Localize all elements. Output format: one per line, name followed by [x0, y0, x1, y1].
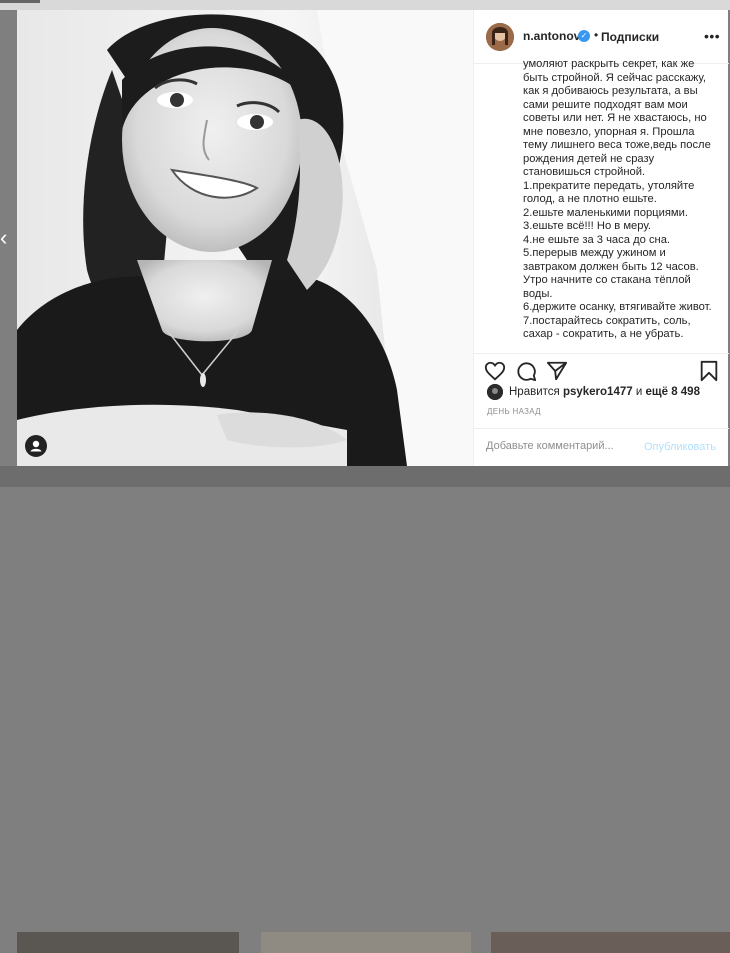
- caption-line: как я добиваюсь результата, а вы: [523, 85, 698, 97]
- caption-line: 4.не ешьте за 3 часа до сна.: [523, 233, 671, 246]
- post-photo[interactable]: [17, 10, 473, 466]
- caption-line: рождения детей не сразу: [523, 152, 655, 165]
- thumbnail[interactable]: [491, 932, 730, 953]
- comment-bar: Опубликовать: [474, 428, 729, 466]
- caption-line: 2.ешьте маленькими порциями.: [523, 206, 688, 219]
- background-page-top: [0, 0, 730, 10]
- separator-dot: •: [594, 28, 599, 42]
- caption-line: быть стройной. Я сейчас расскажу,: [523, 71, 706, 84]
- caption-line: сахар - сократить, а не убрать.: [523, 328, 684, 340]
- caption-line: 1.прекратите передать, утоляйте: [523, 179, 695, 192]
- caption-line: тему лишнего веса тоже,ведь после: [523, 139, 711, 151]
- caption-line: 3.ешьте всё!!! Но в меру.: [523, 220, 651, 232]
- liker-avatar[interactable]: [487, 384, 503, 400]
- share-icon[interactable]: [546, 360, 568, 382]
- caption-line: Утро начните со стакана тёплой: [523, 274, 691, 286]
- post-sidebar: n.antonova ✓ • Подписки ••• умоляют раск…: [473, 10, 729, 466]
- likes-middle: и: [635, 386, 643, 398]
- comment-icon[interactable]: [515, 360, 537, 382]
- thumbnail[interactable]: [17, 932, 239, 953]
- caption-line: воды.: [523, 287, 553, 300]
- heart-icon[interactable]: [484, 360, 506, 382]
- more-icon[interactable]: •••: [704, 28, 720, 44]
- thumbnail[interactable]: [261, 932, 471, 953]
- likes-summary: Нравится psykero1477 и ещё 8 498: [509, 386, 700, 398]
- photo-image: [17, 10, 473, 466]
- likes-prefix: Нравится: [509, 386, 560, 398]
- action-bar: [474, 353, 729, 385]
- caption-line: мне повезло, упорная я. Прошла: [523, 125, 695, 138]
- chevron-left-icon[interactable]: ‹: [0, 226, 12, 250]
- user-tag-icon[interactable]: [25, 435, 47, 457]
- liker-username[interactable]: psykero1477: [563, 386, 633, 398]
- following-button[interactable]: Подписки: [601, 30, 659, 44]
- post-header: n.antonova ✓ • Подписки •••: [474, 10, 729, 64]
- bookmark-icon[interactable]: [698, 360, 720, 382]
- caption-line: умоляют раскрыть секрет, как же: [523, 58, 695, 70]
- verified-badge-icon: ✓: [578, 30, 590, 42]
- caption-line: 5.перерыв между ужином и: [523, 247, 666, 259]
- background-underline: [0, 0, 40, 3]
- caption-fade: [519, 343, 724, 351]
- publish-button[interactable]: Опубликовать: [644, 441, 716, 453]
- caption-line: советы или нет. Я не хвастаюсь, но: [523, 112, 707, 124]
- caption-line: голод, а не плотно ешьте.: [523, 193, 657, 205]
- caption-line: 6.держите осанку, втягивайте живот.: [523, 301, 712, 313]
- avatar[interactable]: [486, 23, 514, 51]
- post-caption: умоляют раскрыть секрет, как же быть стро…: [523, 58, 723, 342]
- caption-line: становишься стройной.: [523, 166, 646, 178]
- caption-line: завтраком должен быть 12 часов.: [523, 260, 699, 273]
- comment-input[interactable]: [486, 440, 636, 452]
- caption-line: сами решите подходят вам мои: [523, 98, 688, 111]
- background-thumbnails-row: [0, 466, 730, 953]
- post-modal: n.antonova ✓ • Подписки ••• умоляют раск…: [17, 10, 729, 466]
- post-date[interactable]: ДЕНЬ НАЗАД: [487, 407, 541, 416]
- caption-line: 7.постарайтесь сократить, соль,: [523, 314, 691, 327]
- likes-count[interactable]: ещё 8 498: [646, 386, 700, 398]
